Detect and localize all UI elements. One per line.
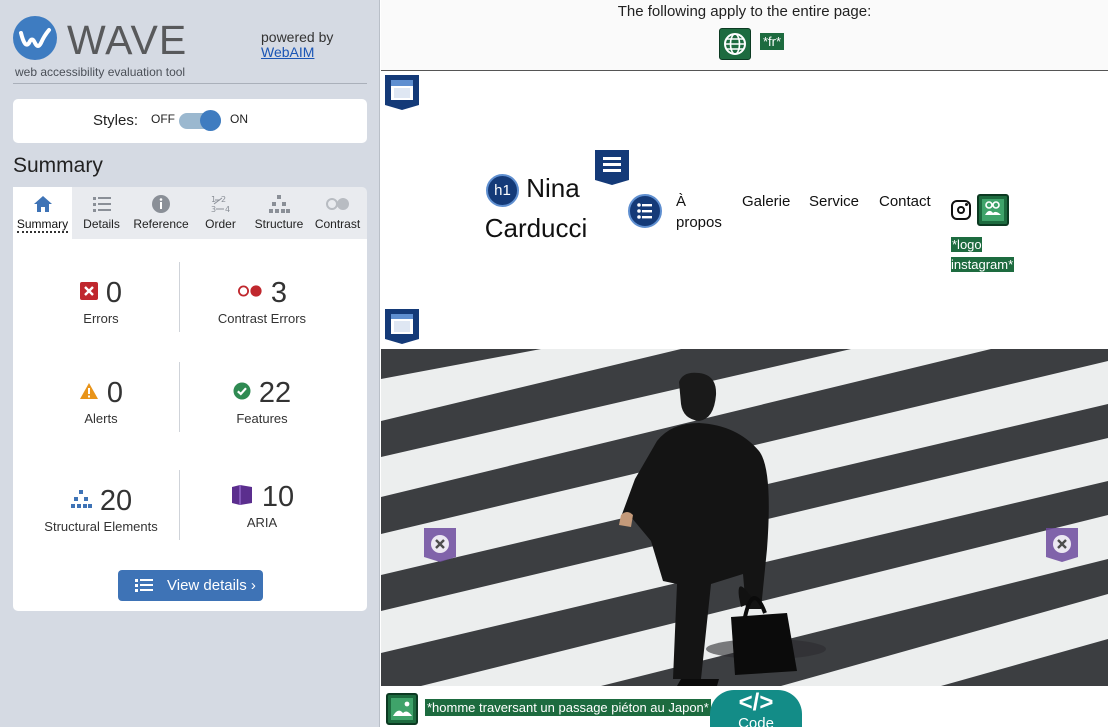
man-walking-figure [619,372,797,686]
aria-hidden-icon[interactable] [423,527,457,563]
contrast-errors-stat[interactable]: 3 Contrast Errors [179,276,345,327]
webaim-link[interactable]: WebAIM [261,45,333,60]
hierarchy-icon [250,194,308,214]
styles-on-label: ON [230,112,248,126]
page-preview: The following apply to the entire page: … [381,0,1108,727]
svg-text:3: 3 [211,205,216,214]
wave-subtitle: web accessibility evaluation tool [15,65,186,79]
summary-tabs: Summary Details Reference 1234 Order Str… [13,187,367,239]
errors-label: Errors [83,311,119,326]
tab-reference[interactable]: Reference [131,187,191,239]
info-icon [131,194,191,214]
home-icon [13,194,72,214]
divider [13,83,367,84]
features-count: 22 [258,376,292,409]
navigation-landmark-icon[interactable] [594,149,630,185]
linked-image-alt-icon[interactable] [977,194,1009,226]
styles-label: Styles: [93,112,139,129]
tab-details-label: Details [83,217,120,231]
summary-card: 0 Errors 3 Contrast Errors 0 Alerts 22 F… [13,239,367,611]
styles-toggle-box: Styles: OFF ON [13,99,367,143]
view-details-button[interactable]: View details › [118,570,263,601]
alt-text-hero: *homme traversant un passage piéton au J… [425,699,711,716]
tab-reference-label: Reference [133,217,189,231]
structural-count: 20 [99,484,133,517]
instagram-icon[interactable] [951,200,971,220]
tab-summary-label: Summary [16,217,69,233]
nav-link-contact[interactable]: Contact [879,191,931,212]
powered-by: powered by WebAIM [261,30,333,60]
svg-text:2: 2 [221,195,226,204]
site-name: Nina Carducci [484,173,588,243]
alerts-stat[interactable]: 0 Alerts [18,376,184,426]
list-icon [135,570,153,612]
hero-alt-row: *homme traversant un passage piéton au J… [381,686,1108,727]
features-stat[interactable]: 22 Features [179,376,345,426]
alerts-label: Alerts [84,411,118,426]
powered-by-text: powered by [261,29,334,45]
svg-text:4: 4 [225,205,230,214]
image-alt-icon[interactable] [386,693,418,725]
contrast-icon [308,194,367,214]
styles-toggle-knob[interactable] [200,110,221,131]
nav-link-service[interactable]: Service [809,191,859,212]
instagram-dot [965,203,968,206]
nav-link-galerie[interactable]: Galerie [742,191,790,212]
aria-stat[interactable]: 10 ARIA [179,480,345,530]
structure-icon [70,489,92,514]
alt-text-logo: *logo instagram* [951,237,1015,272]
contrast-errors-label: Contrast Errors [217,311,307,326]
features-label: Features [236,411,288,426]
errors-count: 0 [105,276,123,309]
aria-hidden-icon[interactable] [1045,527,1079,563]
unordered-list-icon[interactable] [628,194,662,228]
tab-details[interactable]: Details [72,187,131,239]
main-landmark-icon[interactable] [384,308,420,344]
tab-contrast-label: Contrast [314,217,361,231]
order-icon: 1234 [191,194,250,214]
header-landmark-icon[interactable] [384,74,420,110]
tab-order[interactable]: 1234 Order [191,187,250,239]
tab-structure[interactable]: Structure [250,187,308,239]
alerts-count: 0 [106,376,124,409]
code-label: Code [738,715,774,727]
code-icon: </> [738,689,774,716]
tab-summary[interactable]: Summary [13,187,72,239]
tab-structure-label: Structure [254,217,304,231]
aria-label: ARIA [246,515,278,530]
list-icon [72,194,131,214]
error-icon [79,281,98,305]
code-button[interactable]: </> Code [710,690,802,727]
aria-count: 10 [261,480,295,513]
page-wide-text: The following apply to the entire page: [617,3,872,20]
language-badge: *fr* [760,33,785,50]
view-details-label: View details › [167,577,256,594]
wave-title: WAVE [67,17,188,63]
contrast-error-icon [237,284,263,303]
page-wide-bar: The following apply to the entire page: … [381,0,1108,71]
aria-icon [230,483,254,512]
errors-stat[interactable]: 0 Errors [18,276,184,326]
tab-contrast[interactable]: Contrast [308,187,367,239]
styles-off-label: OFF [151,112,175,126]
tab-order-label: Order [205,217,236,231]
structural-label: Structural Elements [44,519,158,534]
wave-sidebar: WAVE web accessibility evaluation tool p… [0,0,380,727]
instagram-lens [957,206,965,214]
alert-icon [79,382,99,405]
summary-heading: Summary [13,154,103,177]
wave-logo-icon [13,16,57,60]
alt-text-label: *logo instagram* [951,235,1021,275]
nav-link-a-propos[interactable]: À propos [676,191,722,233]
feature-check-icon [233,382,251,405]
structural-elements-stat[interactable]: 20 Structural Elements [18,484,184,535]
language-globe-icon[interactable] [719,28,751,60]
hero-image [381,349,1108,686]
contrast-errors-count: 3 [270,276,288,309]
